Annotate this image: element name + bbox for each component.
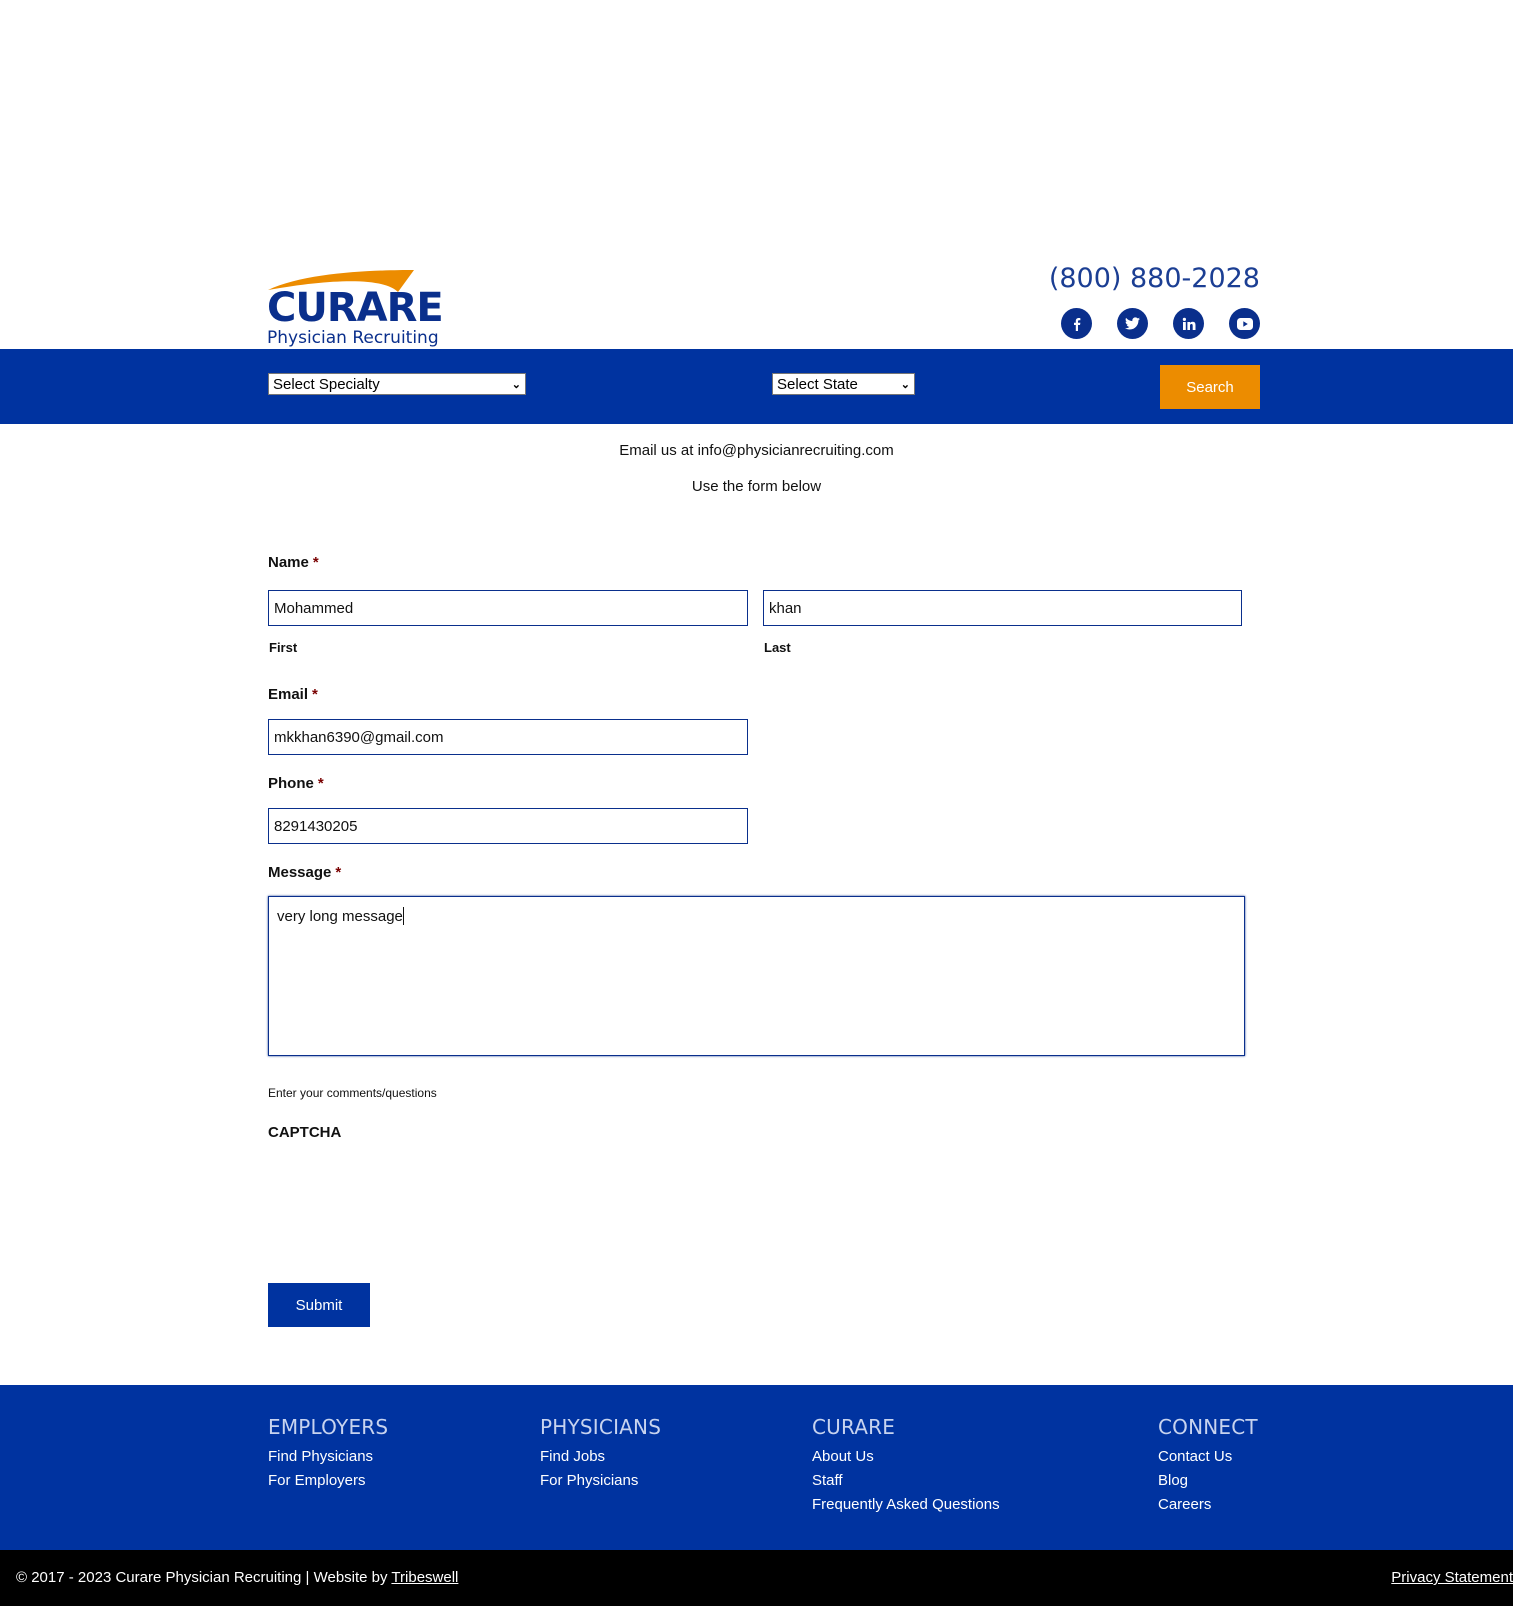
privacy-statement-link[interactable]: Privacy Statement	[1391, 1569, 1513, 1586]
footer-link-faq[interactable]: Frequently Asked Questions	[812, 1493, 1000, 1517]
footer-link-find-jobs[interactable]: Find Jobs	[540, 1445, 661, 1469]
message-label: Message *	[268, 864, 341, 881]
state-select-value: Select State	[777, 375, 858, 393]
specialty-select-value: Select Specialty	[273, 375, 380, 393]
copyright-text: © 2017 - 2023 Curare Physician Recruitin…	[16, 1569, 458, 1586]
social-links	[1061, 308, 1260, 339]
footer-column-physicians: PHYSICIANS Find Jobs For Physicians	[540, 1415, 661, 1493]
email-us-text: Email us at info@physicianrecruiting.com	[619, 442, 894, 459]
email-label-text: Email	[268, 686, 309, 703]
facebook-icon[interactable]	[1061, 308, 1092, 339]
footer-column-connect: CONNECT Contact Us Blog Careers	[1158, 1415, 1258, 1517]
chevron-down-icon: ⌄	[900, 378, 910, 391]
linkedin-icon[interactable]	[1173, 308, 1204, 339]
first-name-field[interactable]: Mohammed	[268, 590, 748, 626]
captcha-label: CAPTCHA	[268, 1124, 342, 1141]
footer-column-employers: EMPLOYERS Find Physicians For Employers	[268, 1415, 388, 1493]
footer-link-about-us[interactable]: About Us	[812, 1445, 1000, 1469]
youtube-icon[interactable]	[1229, 308, 1260, 339]
copyright-bar: © 2017 - 2023 Curare Physician Recruitin…	[0, 1550, 1513, 1606]
required-marker: *	[335, 864, 342, 881]
first-name-sublabel: First	[269, 640, 298, 655]
submit-button[interactable]: Submit	[268, 1283, 370, 1327]
footer-heading: PHYSICIANS	[540, 1415, 662, 1439]
last-name-field[interactable]: khan	[763, 590, 1242, 626]
required-marker: *	[312, 686, 318, 703]
footer-link-for-physicians[interactable]: For Physicians	[540, 1469, 661, 1493]
footer-link-blog[interactable]: Blog	[1158, 1469, 1258, 1493]
required-marker: *	[317, 775, 324, 792]
footer-link-staff[interactable]: Staff	[812, 1469, 1000, 1493]
curare-logo[interactable]: CURARE Physician Recruiting	[266, 268, 448, 350]
state-select[interactable]: Select State ⌄	[772, 373, 915, 395]
text-caret	[402, 907, 404, 925]
footer-heading: CONNECT	[1158, 1415, 1258, 1439]
footer-link-contact-us[interactable]: Contact Us	[1158, 1445, 1258, 1469]
footer-heading: EMPLOYERS	[268, 1415, 389, 1439]
twitter-icon[interactable]	[1117, 308, 1148, 339]
footer-link-careers[interactable]: Careers	[1158, 1493, 1258, 1517]
chevron-down-icon: ⌄	[511, 378, 521, 391]
phone-field[interactable]: 8291430205	[268, 808, 748, 844]
message-value: very long message	[277, 908, 403, 925]
name-label: Name *	[268, 554, 319, 571]
footer-column-curare: CURARE About Us Staff Frequently Asked Q…	[812, 1415, 1000, 1517]
message-textarea[interactable]: very long message	[268, 896, 1245, 1056]
name-label-text: Name	[268, 554, 309, 571]
phone-label-text: Phone	[268, 775, 314, 792]
last-name-sublabel: Last	[764, 640, 791, 655]
footer-link-for-employers[interactable]: For Employers	[268, 1469, 388, 1493]
phone-label: Phone *	[268, 775, 324, 792]
message-label-text: Message	[268, 864, 332, 881]
tribeswell-link[interactable]: Tribeswell	[391, 1569, 458, 1586]
logo-tagline: Physician Recruiting	[267, 328, 439, 348]
form-intro-text: Use the form below	[691, 478, 822, 495]
specialty-select[interactable]: Select Specialty ⌄	[268, 373, 526, 395]
site-header: CURARE Physician Recruiting (800) 880-20…	[0, 0, 1513, 349]
job-search-bar: Select Specialty ⌄ Select State ⌄ Search	[0, 349, 1513, 424]
message-hint: Enter your comments/questions	[268, 1086, 437, 1100]
search-button[interactable]: Search	[1160, 365, 1260, 409]
email-field[interactable]: mkkhan6390@gmail.com	[268, 719, 748, 755]
site-footer: EMPLOYERS Find Physicians For Employers …	[0, 1385, 1513, 1550]
header-phone-link[interactable]: (800) 880-2028	[1049, 263, 1260, 295]
logo-wordmark: CURARE	[267, 285, 444, 331]
footer-link-find-physicians[interactable]: Find Physicians	[268, 1445, 388, 1469]
email-label: Email *	[268, 686, 318, 703]
copyright-statement: © 2017 - 2023 Curare Physician Recruitin…	[16, 1569, 392, 1586]
required-marker: *	[312, 554, 319, 571]
footer-heading: CURARE	[812, 1415, 896, 1439]
